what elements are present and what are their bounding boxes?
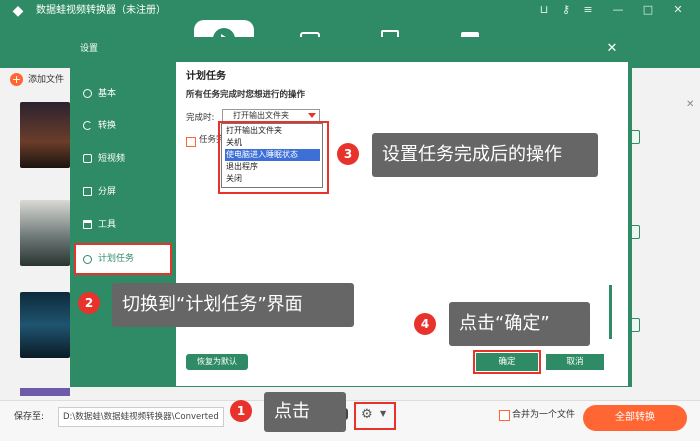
clock-icon [83, 255, 92, 264]
nav-item-short-video[interactable]: 短视频 [78, 147, 170, 171]
menu-icon[interactable]: ≡ [580, 2, 596, 18]
maximize-icon[interactable]: □ [640, 2, 656, 18]
add-icon: + [10, 73, 23, 86]
nav-item-label: 基本 [98, 89, 117, 99]
ok-button[interactable]: 确定 [473, 350, 541, 374]
callout-step-3: 设置任务完成后的操作 [372, 133, 598, 177]
callout-step-1: 点击 [264, 392, 346, 432]
close-icon[interactable]: ✕ [670, 2, 686, 18]
key-icon[interactable]: ⚷ [558, 2, 574, 18]
convert-all-button[interactable]: 全部转换 [583, 405, 687, 431]
chevron-down-icon: ▼ [380, 409, 387, 418]
nav-item-tools[interactable]: 工具 [78, 213, 170, 237]
add-files-label: 添加文件 [28, 75, 65, 85]
gear-icon: ⚙ [361, 407, 373, 422]
app-logo-icon: ◆ [12, 3, 24, 19]
video-thumbnail[interactable] [20, 102, 70, 168]
short-video-icon [83, 154, 92, 163]
merge-label: 合并为一个文件 [512, 410, 576, 420]
nav-item-split-screen[interactable]: 分屏 [78, 180, 170, 204]
merge-checkbox[interactable] [499, 410, 510, 421]
on-complete-label: 完成时: [186, 113, 215, 123]
app-title: 数据蛙视频转换器（未注册） [36, 5, 166, 16]
video-thumbnail[interactable] [20, 200, 70, 266]
video-thumbnail[interactable] [20, 292, 70, 358]
callout-step-2: 切换到“计划任务”界面 [112, 283, 354, 327]
tools-icon [83, 220, 92, 229]
video-thumbnail[interactable] [20, 388, 70, 396]
reset-default-button[interactable]: 恢复为默认 [186, 354, 248, 370]
nav-item-convert[interactable]: 转换 [78, 114, 170, 138]
scroll-up-icon[interactable]: ✕ [686, 99, 694, 117]
dialog-title: 设置 [80, 44, 99, 54]
save-to-label: 保存至: [14, 412, 45, 422]
step-badge: 1 [230, 400, 252, 422]
convert-icon [83, 121, 92, 130]
step-badge: 4 [414, 313, 436, 335]
add-files-button[interactable]: + 添加文件 [10, 72, 64, 88]
minimize-icon[interactable]: — [610, 2, 626, 18]
step-badge: 3 [337, 143, 359, 165]
section-title: 计划任务 [186, 71, 226, 82]
callout-step-4: 点击“确定” [449, 302, 590, 346]
dialog-scrollbar[interactable] [609, 285, 612, 339]
nav-item-label: 分屏 [98, 187, 117, 197]
basic-icon [83, 89, 92, 98]
nav-item-label: 工具 [98, 220, 117, 230]
nav-item-basic[interactable]: 基本 [78, 82, 170, 106]
nav-item-schedule[interactable]: 计划任务 [74, 243, 172, 275]
save-path-field[interactable]: D:\数据蛙\数据蛙视频转换器\Converted [58, 407, 224, 427]
section-subtitle: 所有任务完成时您想进行的操作 [186, 90, 306, 100]
task-checkbox[interactable] [186, 137, 196, 147]
cart-icon[interactable]: ⊔ [536, 2, 552, 18]
nav-item-label: 转换 [98, 121, 117, 131]
nav-item-label: 计划任务 [98, 254, 135, 264]
step-badge: 2 [78, 292, 100, 314]
chevron-down-icon[interactable] [308, 113, 316, 118]
dialog-close-icon[interactable]: ✕ [605, 42, 619, 56]
dropdown-highlight-frame [218, 121, 329, 194]
split-screen-icon [83, 187, 92, 196]
cancel-button[interactable]: 取消 [546, 354, 604, 370]
nav-item-label: 短视频 [98, 154, 126, 164]
